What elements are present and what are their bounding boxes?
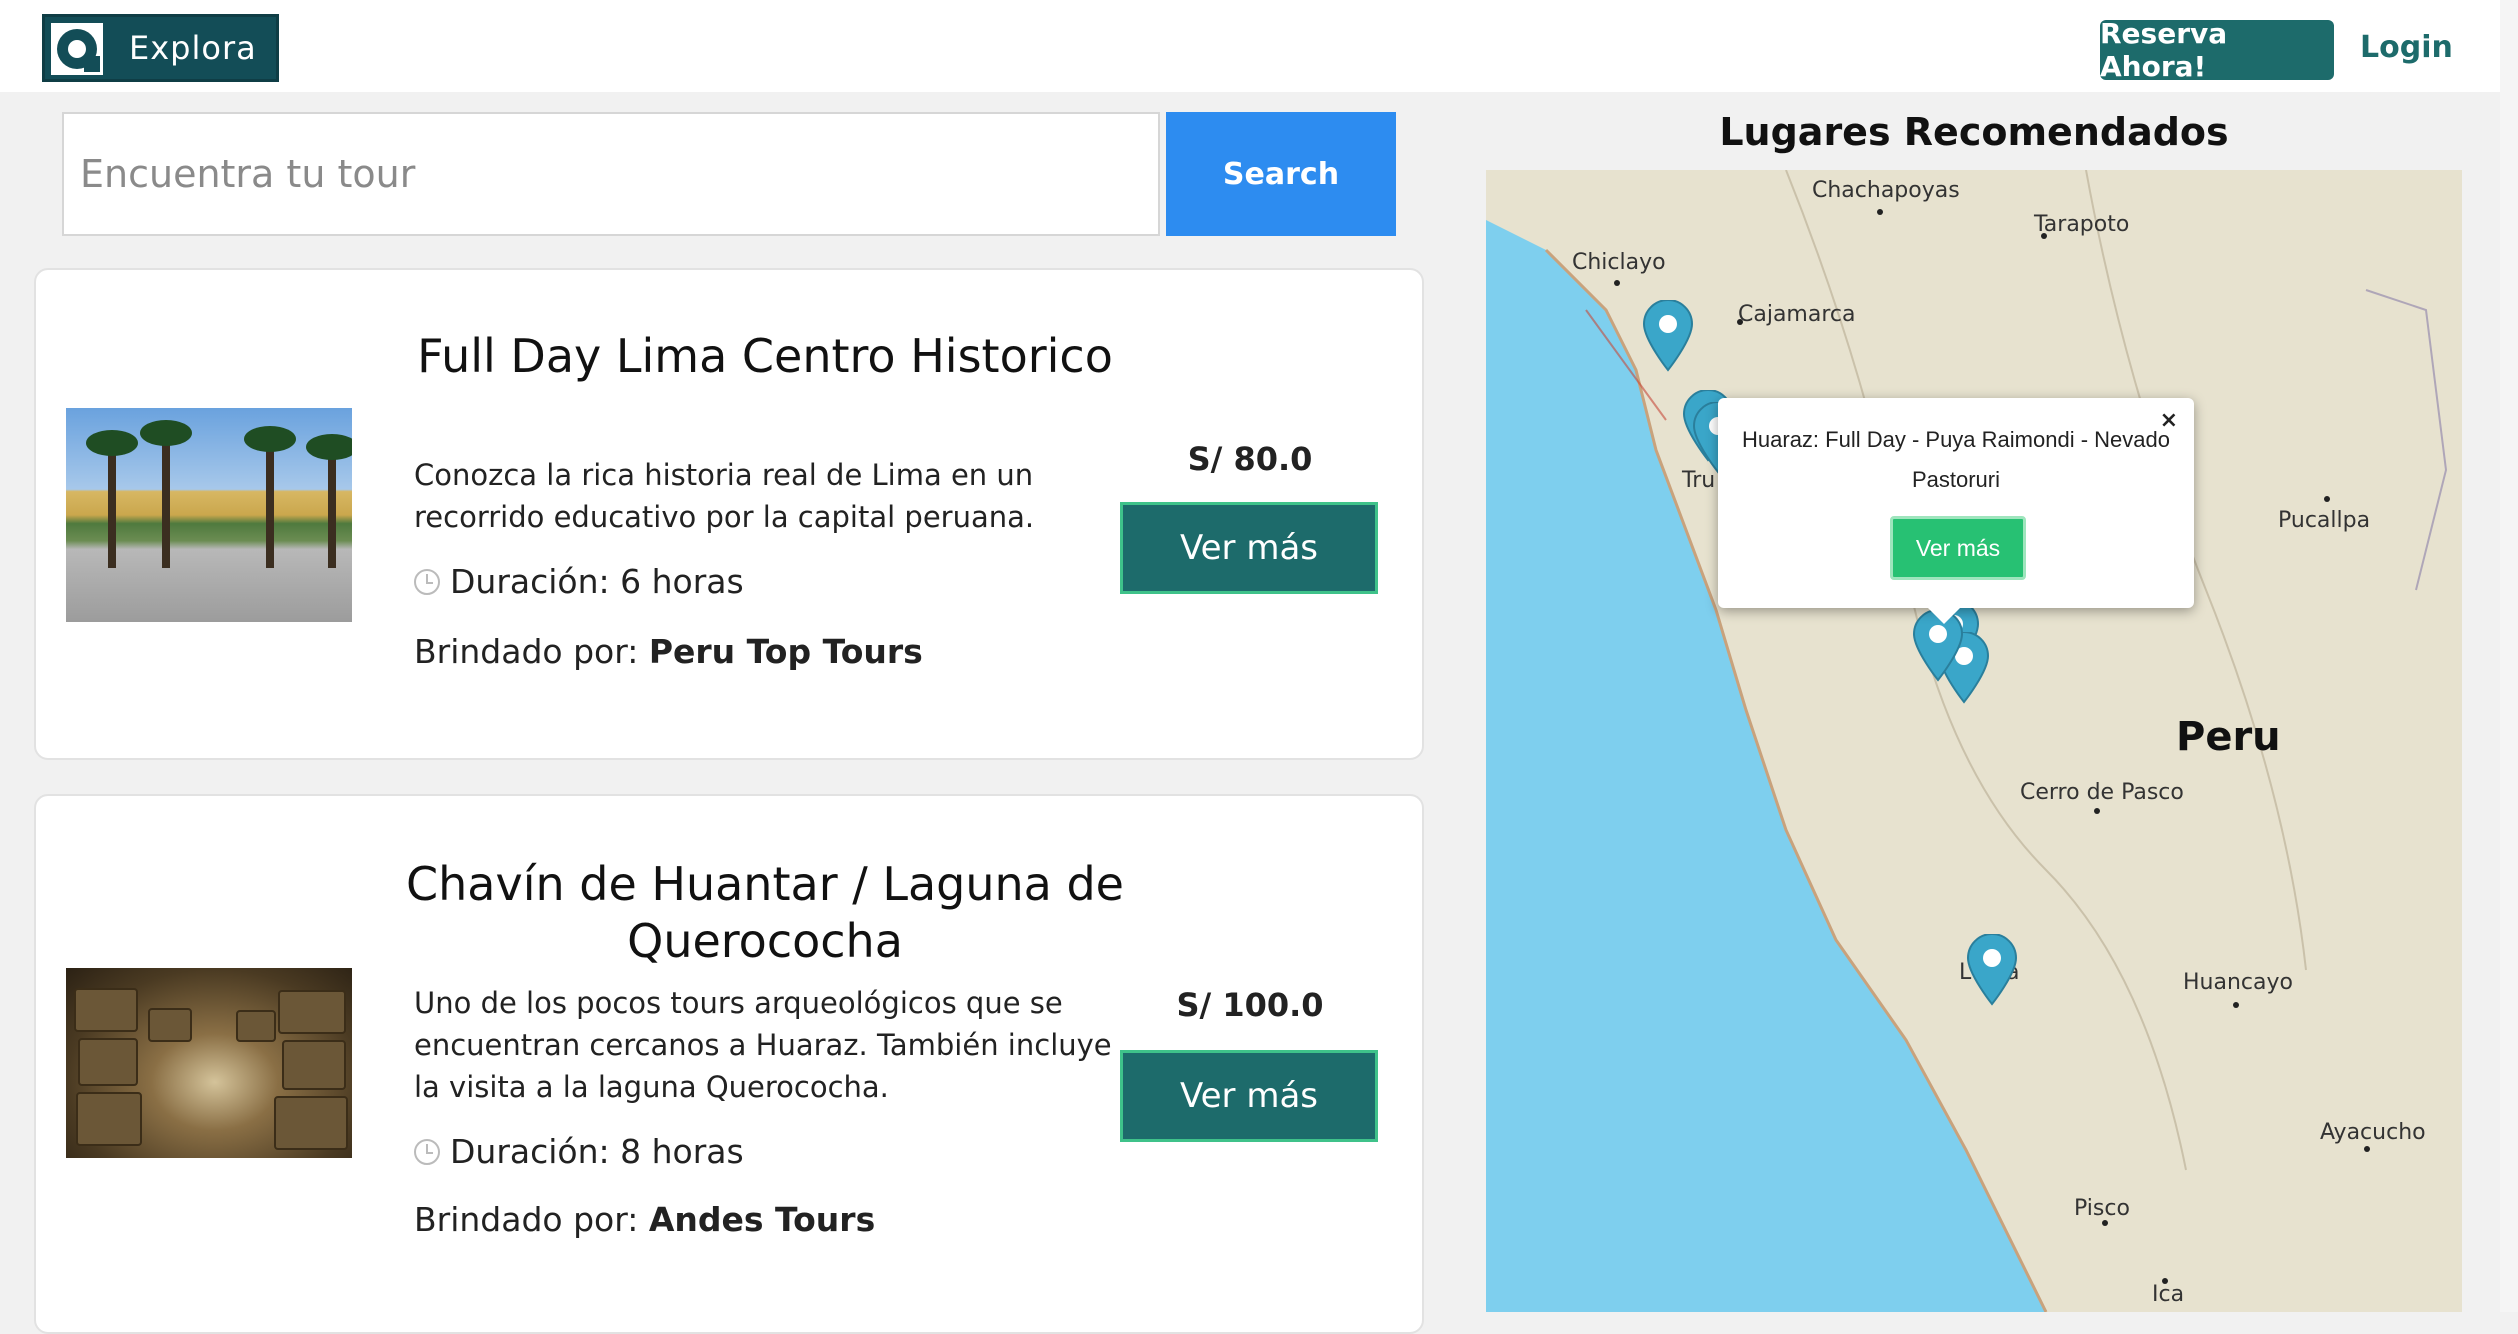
tour-image-lima[interactable]	[66, 408, 352, 622]
recommended-places-map[interactable]: Chachapoyas Tarapoto Chiclayo Cajamarca …	[1486, 170, 2462, 1312]
city-dot	[2324, 496, 2330, 502]
popup-tip	[1926, 606, 1962, 624]
tour-price: S/ 80.0	[1187, 440, 1313, 478]
ver-mas-button[interactable]: Ver más	[1120, 502, 1378, 594]
close-icon[interactable]: ×	[2160, 408, 2178, 433]
city-dot	[2233, 1002, 2239, 1008]
map-terrain	[1486, 170, 2448, 1312]
logo-text: Explora	[129, 29, 257, 67]
tour-price: S/ 100.0	[1176, 986, 1324, 1024]
ver-mas-button[interactable]: Ver más	[1120, 1050, 1378, 1142]
duration-text: Duración: 8 horas	[450, 1132, 744, 1171]
tour-title[interactable]: Full Day Lima Centro Historico	[402, 328, 1128, 385]
tour-provider: Brindado por: Andes Tours	[414, 1200, 875, 1239]
country-label: Peru	[2176, 714, 2281, 760]
reserve-now-button[interactable]: Reserva Ahora!	[2100, 17, 2334, 83]
city-label: Cajamarca	[1738, 302, 1856, 327]
clock-icon	[414, 568, 440, 595]
city-label: Cerro de Pasco	[2020, 780, 2184, 805]
tour-card: Full Day Lima Centro Historico Conozca l…	[34, 268, 1424, 760]
city-dot	[1614, 280, 1620, 286]
city-dot	[2094, 808, 2100, 814]
city-label: Ica	[2152, 1282, 2185, 1307]
city-label: Tarapoto	[2034, 212, 2130, 237]
search-input[interactable]	[62, 112, 1160, 236]
tour-title[interactable]: Chavín de Huantar / Laguna de Querococha	[402, 856, 1128, 970]
city-label: Huancayo	[2183, 970, 2293, 995]
city-label: Pucallpa	[2278, 508, 2371, 533]
clock-icon	[414, 1138, 440, 1165]
explora-logo[interactable]: Explora	[42, 14, 279, 82]
map-pin-icon[interactable]	[1642, 300, 1694, 372]
provider-name: Andes Tours	[648, 1200, 876, 1239]
map-pin-icon[interactable]	[1966, 934, 2018, 1006]
scrollbar-track[interactable]	[2500, 0, 2518, 1312]
search-button[interactable]: Search	[1166, 112, 1396, 236]
popup-ver-mas-button[interactable]: Ver más	[1890, 516, 2026, 580]
logo-mark-icon	[51, 23, 103, 75]
tour-card: Chavín de Huantar / Laguna de Querococha…	[34, 794, 1424, 1334]
provider-label: Brindado por:	[414, 632, 639, 671]
map-title: Lugares Recomendados	[1719, 110, 2229, 154]
city-label: Ayacucho	[2320, 1120, 2426, 1145]
city-label: Chachapoyas	[1812, 178, 1960, 203]
popup-tour-name: Huaraz: Full Day - Puya Raimondi - Nevad…	[1742, 427, 2170, 492]
login-link[interactable]: Login	[2360, 30, 2453, 65]
tour-duration: Duración: 8 horas	[414, 1132, 744, 1171]
tour-duration: Duración: 6 horas	[414, 562, 744, 601]
provider-label: Brindado por:	[414, 1200, 639, 1239]
provider-name: Peru Top Tours	[648, 632, 923, 671]
tour-image-chavin[interactable]	[66, 968, 352, 1158]
top-nav: Explora Reserva Ahora! Login	[0, 0, 2518, 92]
city-dot	[1877, 209, 1883, 215]
tour-description: Uno de los pocos tours arqueológicos que…	[414, 986, 1112, 1104]
city-label: Chiclayo	[1572, 250, 1666, 275]
city-label: Pisco	[2074, 1196, 2130, 1221]
city-dot	[2364, 1146, 2370, 1152]
tour-description: Conozca la rica historia real de Lima en…	[414, 458, 1035, 534]
tour-provider: Brindado por: Peru Top Tours	[414, 632, 923, 671]
map-popup: Huaraz: Full Day - Puya Raimondi - Nevad…	[1718, 398, 2194, 624]
duration-text: Duración: 6 horas	[450, 562, 744, 601]
